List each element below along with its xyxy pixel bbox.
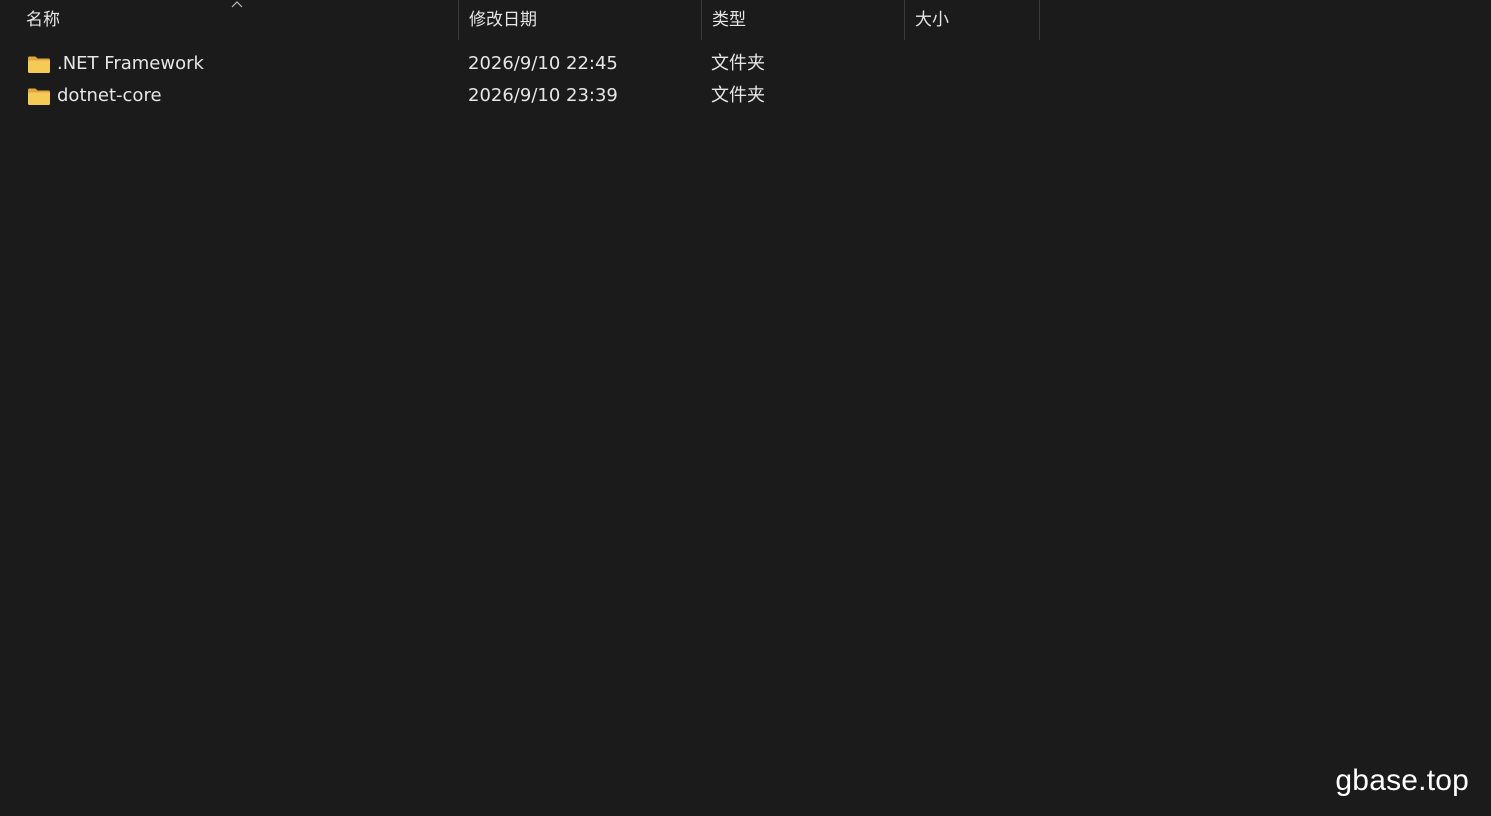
watermark: gbase.top (1335, 764, 1469, 797)
file-row[interactable]: .NET Framework 2026/9/10 22:45 文件夹 (0, 48, 1040, 80)
file-row[interactable]: dotnet-core 2026/9/10 23:39 文件夹 (0, 80, 1040, 112)
folder-icon (28, 88, 50, 105)
file-list: .NET Framework 2026/9/10 22:45 文件夹 dotne… (0, 48, 1040, 112)
file-name: .NET Framework (57, 53, 204, 74)
column-header-size[interactable]: 大小 (905, 0, 1040, 40)
file-explorer-details-view: 名称 修改日期 类型 大小 .NET Framework 2026/9/10 2… (0, 0, 1491, 816)
folder-icon (28, 56, 50, 73)
file-type: 文件夹 (711, 85, 765, 106)
column-header-modified[interactable]: 修改日期 (459, 0, 702, 40)
column-header-row: 名称 修改日期 类型 大小 (0, 0, 1040, 40)
file-name: dotnet-core (57, 85, 162, 106)
file-modified-date: 2026/9/10 23:39 (468, 85, 618, 106)
file-type: 文件夹 (711, 53, 765, 74)
chevron-up-icon (231, 1, 243, 8)
file-modified-date: 2026/9/10 22:45 (468, 53, 618, 74)
column-header-type[interactable]: 类型 (702, 0, 905, 40)
